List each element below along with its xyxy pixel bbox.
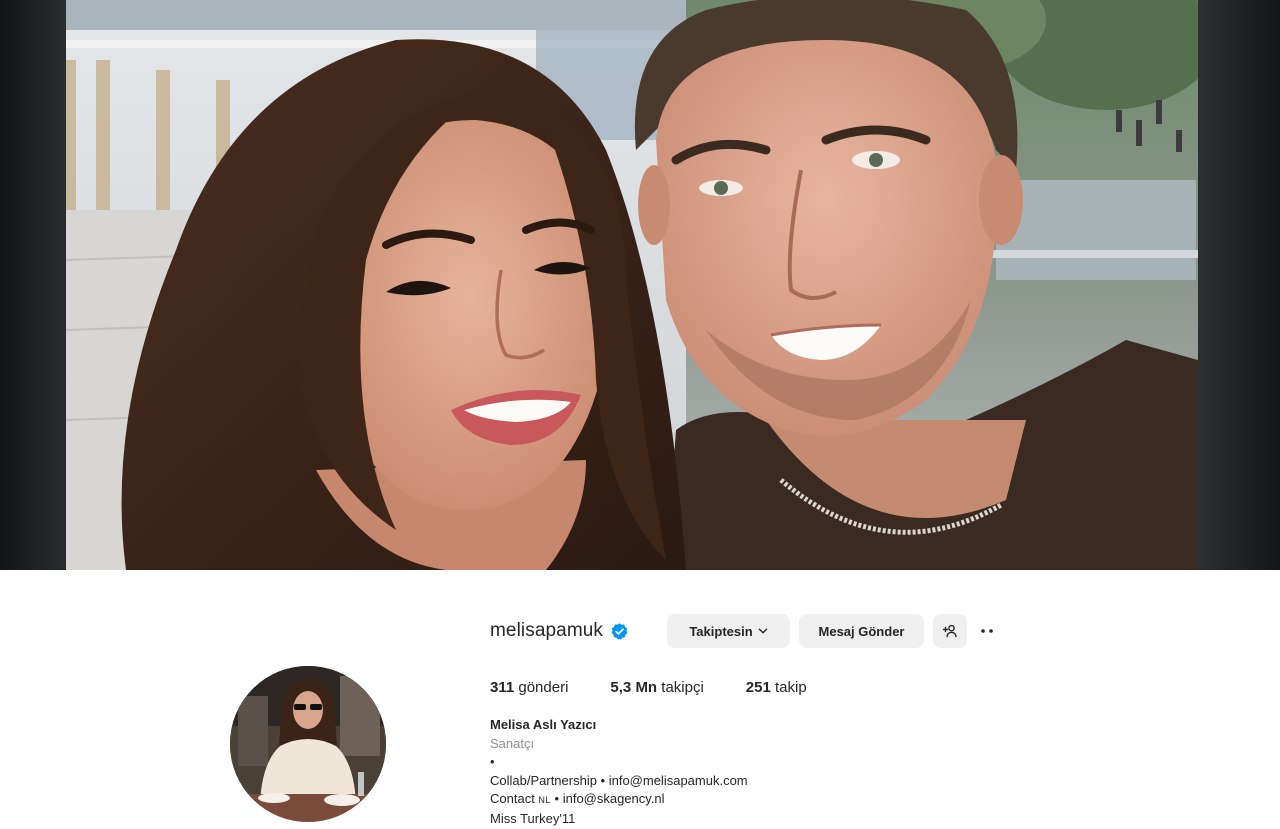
posts-label: gönderi (514, 678, 569, 696)
posts-count: 311 (490, 678, 515, 696)
avatar-image (230, 666, 386, 822)
followers-count: 5,3 Mn (610, 678, 658, 696)
username-row: melisapamuk (490, 614, 629, 648)
bio-contact-line: Contact NL • info@skagency.nl (490, 790, 1010, 810)
bio-miss-turkey-line: Miss Turkey'11 (490, 810, 576, 826)
following-button[interactable]: Takiptesin (667, 614, 790, 648)
photo-border-left (0, 0, 66, 570)
bio-bullet: • (490, 754, 495, 770)
following-button-label: Takiptesin (689, 623, 753, 639)
nl-flag-icon: NL (538, 795, 551, 806)
more-options-icon (981, 629, 993, 633)
suggested-users-button[interactable] (933, 614, 967, 648)
verified-badge-icon (610, 622, 629, 641)
more-options-button[interactable] (975, 614, 999, 648)
add-user-icon (942, 624, 957, 638)
following-label: takip (770, 678, 807, 696)
posts-stat: 311 gönderi (490, 679, 568, 696)
account-category: Sanatçı (490, 735, 535, 751)
bio-contact-prefix: Contact (490, 791, 539, 807)
profile-avatar[interactable] (230, 666, 386, 822)
post-photo-frame (0, 0, 1280, 570)
followers-label: takipçi (657, 678, 704, 696)
couple-selfie-photo (66, 0, 1198, 570)
send-message-button[interactable]: Mesaj Gönder (799, 614, 924, 648)
followers-stat[interactable]: 5,3 Mn takipçi (610, 679, 703, 696)
following-count: 251 (745, 678, 771, 696)
send-message-button-label: Mesaj Gönder (818, 623, 905, 639)
bio-collab-line: Collab/Partnership • info@melisapamuk.co… (490, 772, 748, 788)
username: melisapamuk (490, 620, 604, 641)
full-name: Melisa Aslı Yazıcı (490, 717, 597, 732)
profile-header: melisapamuk Takiptesin Mesaj Gönder 311 … (0, 570, 1280, 828)
selfie-illustration (66, 0, 1198, 570)
photo-border-right (1198, 0, 1280, 570)
bio-contact-suffix: • info@skagency.nl (550, 791, 665, 807)
chevron-down-icon (758, 628, 767, 634)
profile-stats: 311 gönderi 5,3 Mn takipçi 251 takip (490, 676, 849, 698)
following-stat[interactable]: 251 takip (746, 679, 807, 696)
profile-bio: Melisa Aslı Yazıcı Sanatçı • Collab/Part… (490, 716, 1010, 829)
